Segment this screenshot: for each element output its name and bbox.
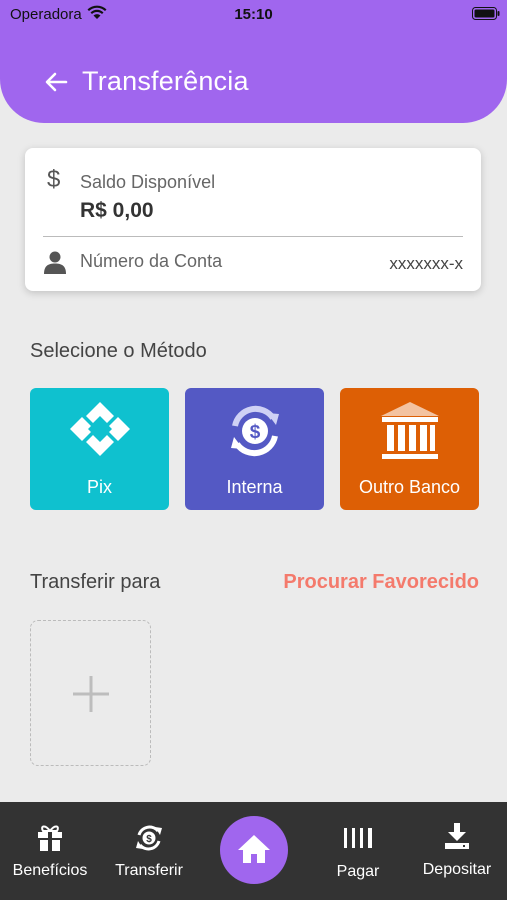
download-icon [445, 823, 469, 849]
gift-icon [38, 825, 62, 851]
person-icon [44, 251, 66, 274]
nav-beneficios-label: Benefícios [12, 862, 88, 879]
nav-pagar[interactable]: Pagar [308, 802, 408, 900]
bank-icon [380, 402, 439, 459]
nav-depositar[interactable]: Depositar [407, 802, 507, 900]
home-icon [238, 835, 270, 863]
nav-transferir-label: Transferir [115, 862, 183, 879]
nav-depositar-label: Depositar [422, 861, 492, 878]
plus-icon [73, 676, 109, 712]
nav-beneficios[interactable]: Benefícios [0, 802, 100, 900]
dollar-icon: $ [47, 166, 61, 193]
back-arrow-icon[interactable] [40, 66, 72, 98]
page-title: Transferência [82, 66, 249, 96]
pix-icon [69, 402, 130, 456]
barcode-icon [344, 828, 372, 848]
nav-transferir[interactable]: $ Transferir [100, 802, 198, 900]
nav-pagar-label: Pagar [336, 863, 380, 880]
interna-button[interactable]: $ Interna [185, 388, 324, 510]
transfer-icon: $ [136, 825, 162, 851]
account-label: Número da Conta [80, 251, 223, 271]
home-button[interactable] [220, 816, 288, 884]
svg-text:$: $ [146, 834, 152, 845]
battery-icon [472, 7, 500, 20]
search-favorite-link[interactable]: Procurar Favorecido [283, 571, 479, 594]
method-section-title: Selecione o Método [30, 340, 207, 362]
account-value: xxxxxxx-x [389, 254, 463, 273]
status-time: 15:10 [234, 6, 273, 23]
svg-text:$: $ [249, 422, 260, 443]
add-recipient-button[interactable] [30, 620, 151, 766]
header: Operadora 15:10 Transferência [0, 0, 507, 123]
pix-label: Pix [86, 477, 112, 497]
dollar-exchange-icon: $ [230, 405, 279, 457]
balance-label: Saldo Disponível [80, 172, 216, 192]
interna-label: Interna [226, 477, 283, 497]
balance-card: $ Saldo Disponível R$ 0,00 Número da Con… [25, 148, 481, 291]
transfer-to-title: Transferir para [30, 571, 161, 593]
divider [43, 236, 463, 237]
outro-banco-button[interactable]: Outro Banco [340, 388, 479, 510]
balance-value: R$ 0,00 [80, 199, 154, 222]
outro-banco-label: Outro Banco [358, 477, 461, 497]
pix-button[interactable]: Pix [30, 388, 169, 510]
status-bar: Operadora 15:10 [0, 0, 507, 28]
